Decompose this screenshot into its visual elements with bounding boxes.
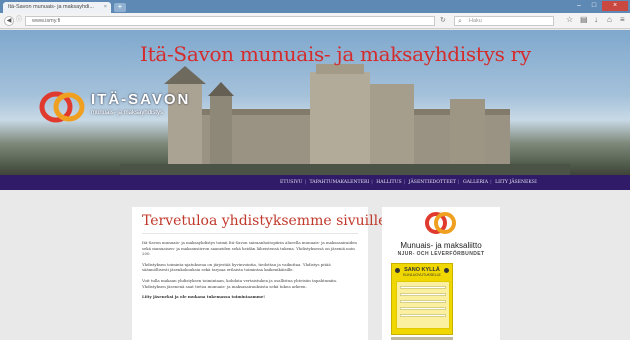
browser-navigation-bar: ◀ ⓘ www.ismy.fi ↻ ⌕ Haku ☆ ▤ ↓ ⌂ ≡	[0, 13, 630, 29]
nav-separator: |	[403, 180, 406, 185]
nav-item-hallitus[interactable]: HALLITUS	[376, 175, 401, 190]
organ-donation-banner[interactable]: SANO KYLLÄ ELINLUOVUTUKSELLE	[391, 263, 453, 335]
nav-separator: |	[371, 180, 373, 185]
minimize-icon[interactable]: –	[572, 1, 586, 11]
browser-tab[interactable]: Itä-Savon munuais- ja maksayhdi... ×	[3, 2, 111, 13]
search-input[interactable]: ⌕ Haku	[454, 16, 554, 26]
search-placeholder: Haku	[469, 18, 482, 24]
nav-item-etusivu[interactable]: ETUSIVU	[280, 175, 302, 190]
logo-subtitle: munuais- ja maksayhdistys	[91, 110, 164, 116]
site-identity-icon[interactable]: ⓘ	[14, 16, 24, 26]
form-field[interactable]	[400, 286, 446, 289]
federation-logo-icon	[425, 212, 456, 234]
reload-icon[interactable]: ↻	[440, 16, 446, 24]
nav-item-galleria[interactable]: GALLERIA	[463, 175, 488, 190]
menu-icon[interactable]: ≡	[620, 15, 625, 24]
nav-separator: |	[458, 180, 460, 185]
main-content: Tervetuloa yhdistyksemme sivuille! Itä-S…	[132, 207, 392, 340]
address-bar[interactable]: www.ismy.fi	[25, 16, 435, 26]
address-text: www.ismy.fi	[32, 18, 61, 24]
nav-item-jasentiedotteet[interactable]: JÄSENTIEDOTTEET	[409, 175, 456, 190]
banner-bullet-icon	[444, 268, 449, 273]
close-tab-icon[interactable]: ×	[104, 2, 107, 13]
reading-list-icon[interactable]: ▤	[580, 15, 588, 24]
intro-paragraph: Voit tulla mukaan yhdistyksen toimintaan…	[142, 277, 338, 289]
kidney-logo-icon	[39, 91, 85, 123]
join-call-to-action: Liity jäseneksi ja ole mukana tukemassa …	[142, 294, 266, 300]
form-field[interactable]	[400, 300, 446, 303]
intro-paragraph: Itä-Savon munuais- ja maksayhdistys toim…	[142, 240, 357, 257]
intro-paragraph: Yhdistyksen toiminta-ajatuksena on järje…	[142, 261, 331, 273]
form-field[interactable]	[400, 314, 446, 317]
site-header-banner: Itä-Savon munuais- ja maksayhdistys ry I…	[0, 30, 630, 175]
page-title: Tervetuloa yhdistyksemme sivuille!	[142, 213, 392, 234]
download-icon[interactable]: ↓	[594, 15, 598, 24]
back-arrow-icon[interactable]: ◀	[4, 16, 14, 26]
close-window-icon[interactable]: ×	[602, 1, 628, 11]
nav-item-tapahtumakalenteri[interactable]: TAPAHTUMAKALENTERI	[309, 175, 369, 190]
bookmark-star-icon[interactable]: ☆	[566, 15, 573, 24]
nav-item-liity-jaseneksi[interactable]: LIITY JÄSENEKSI	[495, 175, 537, 190]
site-logo[interactable]: ITÄ-SAVON munuais- ja maksayhdistys	[38, 90, 198, 124]
browser-tab-title: Itä-Savon munuais- ja maksayhdi...	[8, 4, 94, 10]
new-tab-button[interactable]: +	[114, 3, 126, 12]
federation-name[interactable]: Munuais- ja maksaliitto	[382, 241, 500, 250]
banner-subheading: ELINLUOVUTUKSELLE	[403, 273, 441, 277]
maximize-icon[interactable]: □	[587, 1, 601, 11]
nav-separator: |	[304, 180, 307, 185]
browser-tab-bar: Itä-Savon munuais- ja maksayhdi... × + –…	[0, 0, 630, 13]
form-field[interactable]	[400, 293, 446, 296]
federation-name-swedish: NJUR- OCH LEVERFÖRBUNDET	[397, 251, 485, 257]
search-icon: ⌕	[458, 18, 462, 25]
main-navigation: ETUSIVU | TAPAHTUMAKALENTERI | HALLITUS | J…	[0, 175, 630, 190]
banner-bullet-icon	[395, 268, 400, 273]
nav-separator: |	[490, 180, 492, 185]
site-title: Itä-Savon munuais- ja maksayhdistys ry	[140, 42, 531, 66]
logo-name: ITÄ-SAVON	[91, 91, 191, 108]
donation-form	[396, 281, 450, 329]
home-icon[interactable]: ⌂	[607, 15, 612, 24]
sidebar: Munuais- ja maksaliitto NJUR- OCH LEVERF…	[382, 207, 500, 340]
form-field[interactable]	[400, 307, 446, 310]
